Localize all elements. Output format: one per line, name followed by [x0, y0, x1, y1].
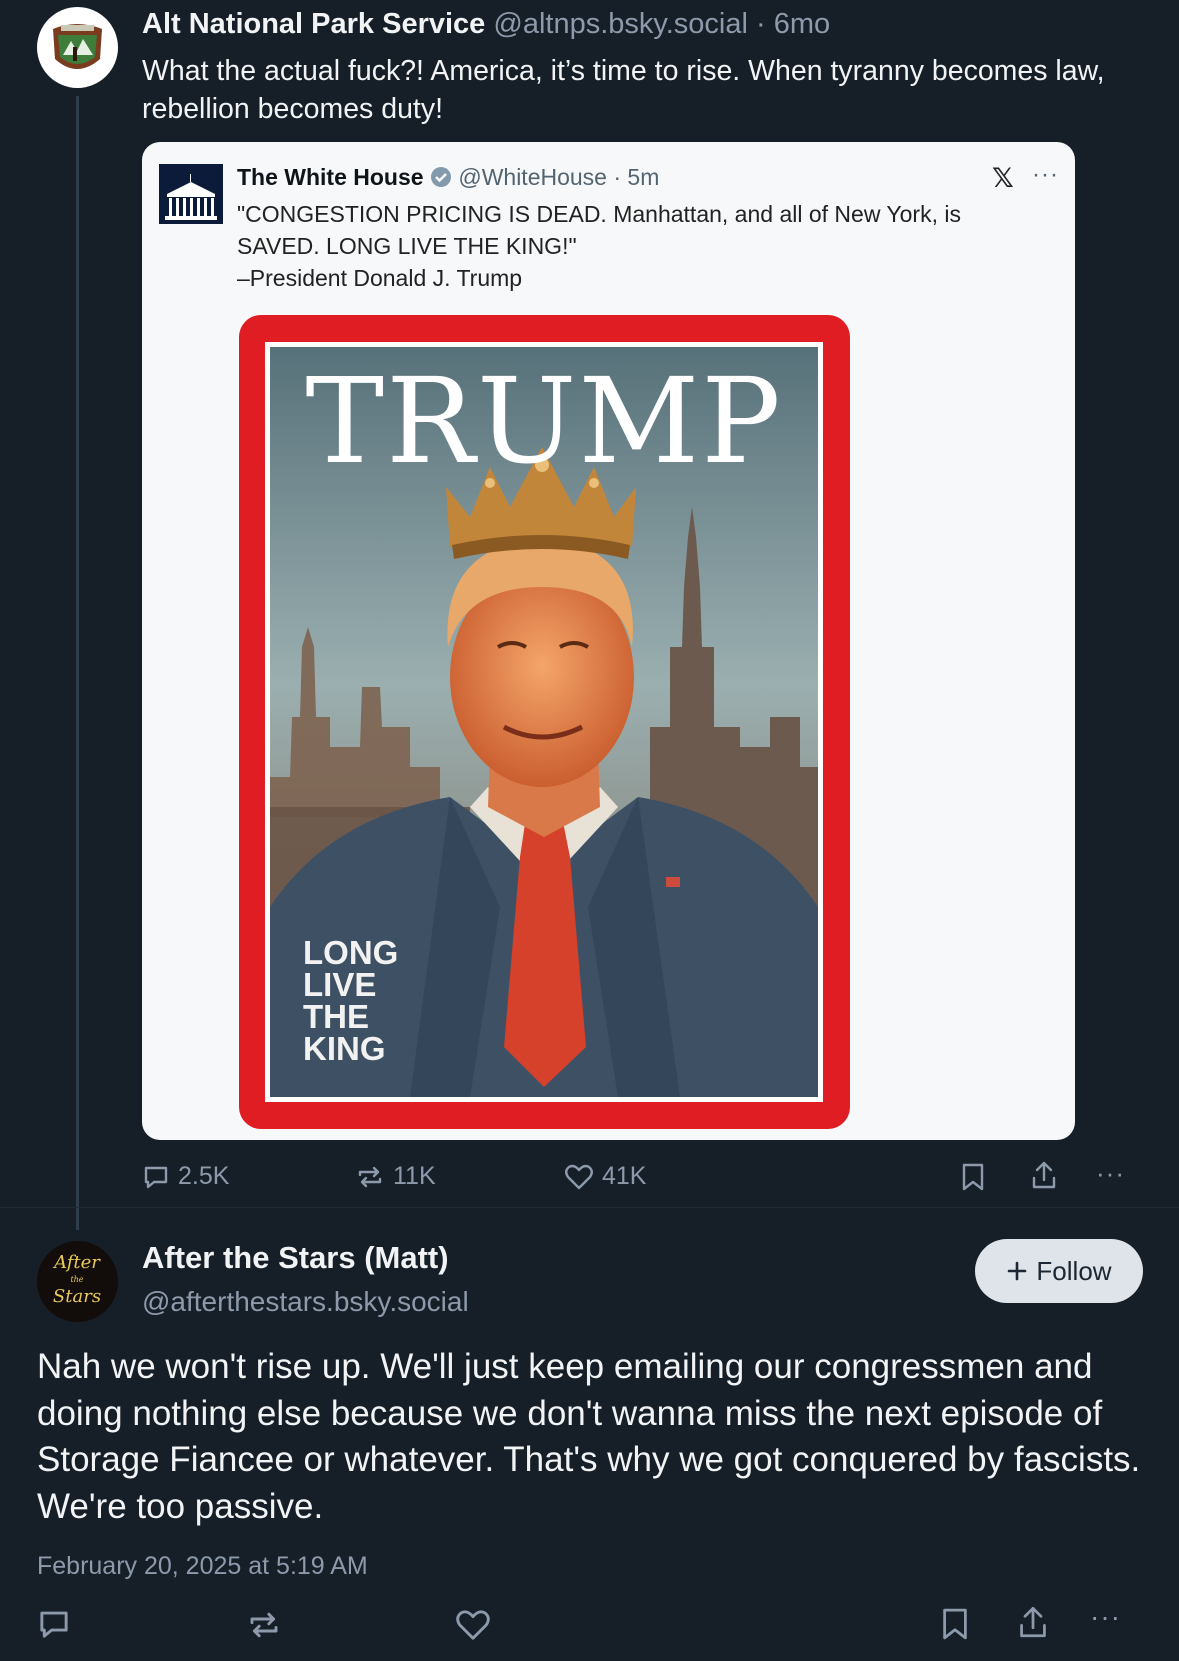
post-timestamp[interactable]: February 20, 2025 at 5:19 AM: [37, 1552, 368, 1581]
magazine-cover-art: TRUMP LONG LIVE THE KING: [270, 347, 818, 1097]
follow-button[interactable]: Follow: [975, 1239, 1143, 1303]
altnps-logo-icon: [37, 7, 118, 88]
post-header: Alt National Park Service @altnps.bsky.s…: [142, 8, 830, 41]
author-handle[interactable]: @altnps.bsky.social: [493, 8, 748, 40]
repost-count: 11K: [393, 1162, 436, 1190]
after-the-stars-logo-icon: After the Stars: [37, 1241, 118, 1322]
heart-icon: [565, 1164, 593, 1189]
bookmark-button[interactable]: [960, 1162, 986, 1197]
cover-title: TRUMP: [305, 352, 783, 490]
white-house-logo: [159, 164, 223, 224]
reply-icon: [40, 1611, 68, 1638]
share-button[interactable]: [1017, 1604, 1049, 1645]
cover-caption-line: KING: [303, 1030, 386, 1067]
share-icon: [1020, 1606, 1046, 1638]
share-icon: [1032, 1161, 1056, 1189]
embed-quote: "CONGESTION PRICING IS DEAD. Manhattan, …: [237, 201, 961, 259]
cover-caption-line: LONG: [303, 934, 399, 971]
post-text: Nah we won't rise up. We'll just keep em…: [37, 1347, 1141, 1526]
follow-label: Follow: [1036, 1255, 1112, 1286]
magazine-cover-frame: TRUMP LONG LIVE THE KING: [239, 315, 850, 1129]
repost-icon: [358, 1166, 382, 1187]
like-count: 41K: [602, 1162, 647, 1190]
more-options-button[interactable]: ···: [1096, 1158, 1125, 1189]
embed-attribution: –President Donald J. Trump: [237, 265, 523, 291]
embed-author-name: The White House: [237, 164, 424, 190]
svg-text:the: the: [70, 1275, 83, 1284]
avatar[interactable]: After the Stars: [37, 1241, 118, 1322]
timestamp-separator: ·: [756, 8, 766, 40]
avatar[interactable]: [37, 7, 118, 88]
post-text: What the actual fuck?! America, it’s tim…: [142, 55, 1105, 125]
reply-button[interactable]: [37, 1607, 71, 1646]
reply-count: 2.5K: [178, 1162, 230, 1190]
embedded-image-card[interactable]: The White House @WhiteHouse · 5m 𝕏 ··· "…: [142, 142, 1075, 1140]
more-options-button[interactable]: ···: [1090, 1601, 1121, 1633]
bookmark-icon: [943, 1608, 967, 1640]
svg-text:Stars: Stars: [53, 1286, 101, 1307]
thread-connector-line: [76, 96, 79, 1230]
author-handle[interactable]: @afterthestars.bsky.social: [142, 1286, 469, 1318]
verified-badge-icon: [430, 166, 452, 188]
embed-header: The White House @WhiteHouse · 5m: [237, 164, 659, 191]
reply-icon: [144, 1166, 168, 1188]
white-house-icon: [159, 164, 223, 224]
bookmark-button[interactable]: [940, 1606, 970, 1647]
reply-button[interactable]: 2.5K: [142, 1162, 229, 1191]
svg-text:After: After: [52, 1252, 101, 1273]
heart-icon: [456, 1610, 490, 1640]
author-name[interactable]: Alt National Park Service: [142, 8, 485, 40]
share-button[interactable]: [1030, 1160, 1058, 1195]
timestamp[interactable]: 6mo: [774, 8, 830, 40]
like-button[interactable]: 41K: [564, 1162, 646, 1191]
repost-button[interactable]: [246, 1608, 282, 1647]
embed-more-icon: ···: [1032, 161, 1059, 188]
magazine-cover-border: TRUMP LONG LIVE THE KING: [265, 342, 823, 1102]
plus-icon: [1008, 1261, 1027, 1281]
x-logo-icon: 𝕏: [992, 163, 1014, 193]
embed-text: "CONGESTION PRICING IS DEAD. Manhattan, …: [237, 198, 1017, 294]
like-button[interactable]: [455, 1608, 491, 1647]
bookmark-icon: [962, 1163, 984, 1191]
repost-button[interactable]: 11K: [355, 1162, 436, 1191]
repost-icon: [250, 1612, 278, 1638]
cover-caption-line: THE: [303, 998, 369, 1035]
cover-caption-line: LIVE: [303, 966, 377, 1003]
embed-author-handle: @WhiteHouse: [458, 164, 607, 190]
author-name[interactable]: After the Stars (Matt): [142, 1240, 449, 1276]
post-divider: [0, 1207, 1179, 1208]
cover-caption: LONG LIVE THE KING: [303, 934, 399, 1067]
embed-timestamp: · 5m: [613, 164, 660, 190]
